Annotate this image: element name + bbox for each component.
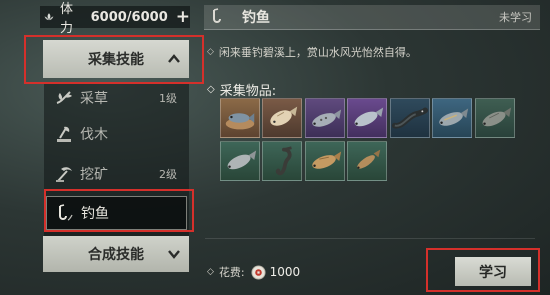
fishing-rod-icon bbox=[213, 8, 221, 23]
purple-fish-icon[interactable] bbox=[347, 98, 387, 138]
herb-icon bbox=[54, 88, 74, 108]
stamina-label: 体力 bbox=[59, 2, 75, 36]
lotus-icon bbox=[44, 13, 54, 21]
axe-icon bbox=[54, 124, 74, 144]
blue-fish-icon[interactable] bbox=[432, 98, 472, 138]
gather-items-label: 采集物品: bbox=[219, 84, 277, 99]
cost-value: 1000 bbox=[269, 265, 301, 279]
spotted-fish-icon[interactable] bbox=[305, 98, 345, 138]
stamina-value: 6000/6000 bbox=[90, 9, 168, 25]
seahorse-icon[interactable] bbox=[262, 141, 302, 181]
skill-title: 钓鱼 bbox=[242, 10, 270, 26]
skill-description: ◇ 闲来垂钓碧溪上，赏山水风光怡然自得。 bbox=[207, 44, 417, 60]
skill-name: 采草 bbox=[80, 91, 108, 107]
cost-row: ◇ 花费: 1000 bbox=[207, 264, 300, 280]
diamond-bullet-icon: ◇ bbox=[207, 47, 214, 57]
skill-title-bar: 钓鱼 未学习 bbox=[204, 5, 540, 30]
skill-item-logging[interactable]: 伐木 bbox=[46, 117, 187, 151]
eel-icon[interactable] bbox=[390, 98, 430, 138]
skill-item-mining[interactable]: 挖矿 2级 bbox=[46, 157, 187, 191]
description-text: 闲来垂钓碧溪上，赏山水风光怡然自得。 bbox=[218, 46, 417, 59]
platter-fish-icon[interactable] bbox=[220, 98, 260, 138]
crafting-skills-header[interactable]: 合成技能 bbox=[43, 236, 189, 272]
chevron-down-icon bbox=[168, 250, 180, 259]
skill-name: 伐木 bbox=[80, 127, 108, 143]
stamina-bar: 体力 6000/6000 + bbox=[40, 2, 190, 36]
gather-items-heading: ◇ 采集物品: bbox=[207, 80, 276, 99]
learn-status: 未学习 bbox=[499, 11, 532, 24]
skill-name: 挖矿 bbox=[80, 167, 108, 183]
small-fish-icon[interactable] bbox=[347, 141, 387, 181]
golden-fish-icon[interactable] bbox=[305, 141, 345, 181]
add-stamina-button[interactable]: + bbox=[176, 8, 190, 26]
crafting-skills-label: 合成技能 bbox=[88, 247, 144, 263]
diamond-bullet-icon: ◇ bbox=[207, 267, 214, 277]
skill-level: 1级 bbox=[159, 92, 177, 105]
highlight-box bbox=[426, 248, 540, 292]
pale-fish-icon[interactable] bbox=[262, 98, 302, 138]
grey-fish-icon[interactable] bbox=[220, 141, 260, 181]
diamond-bullet-icon: ◇ bbox=[207, 84, 215, 95]
green-fish-icon[interactable] bbox=[475, 98, 515, 138]
highlight-box bbox=[44, 189, 194, 232]
highlight-box bbox=[24, 35, 204, 84]
cost-label: 花费: bbox=[218, 266, 245, 279]
skill-level: 2级 bbox=[159, 168, 177, 181]
skill-item-herbalism[interactable]: 采草 1级 bbox=[46, 81, 187, 115]
coin-icon bbox=[251, 264, 266, 280]
pickaxe-icon bbox=[54, 164, 74, 184]
divider bbox=[205, 238, 535, 239]
